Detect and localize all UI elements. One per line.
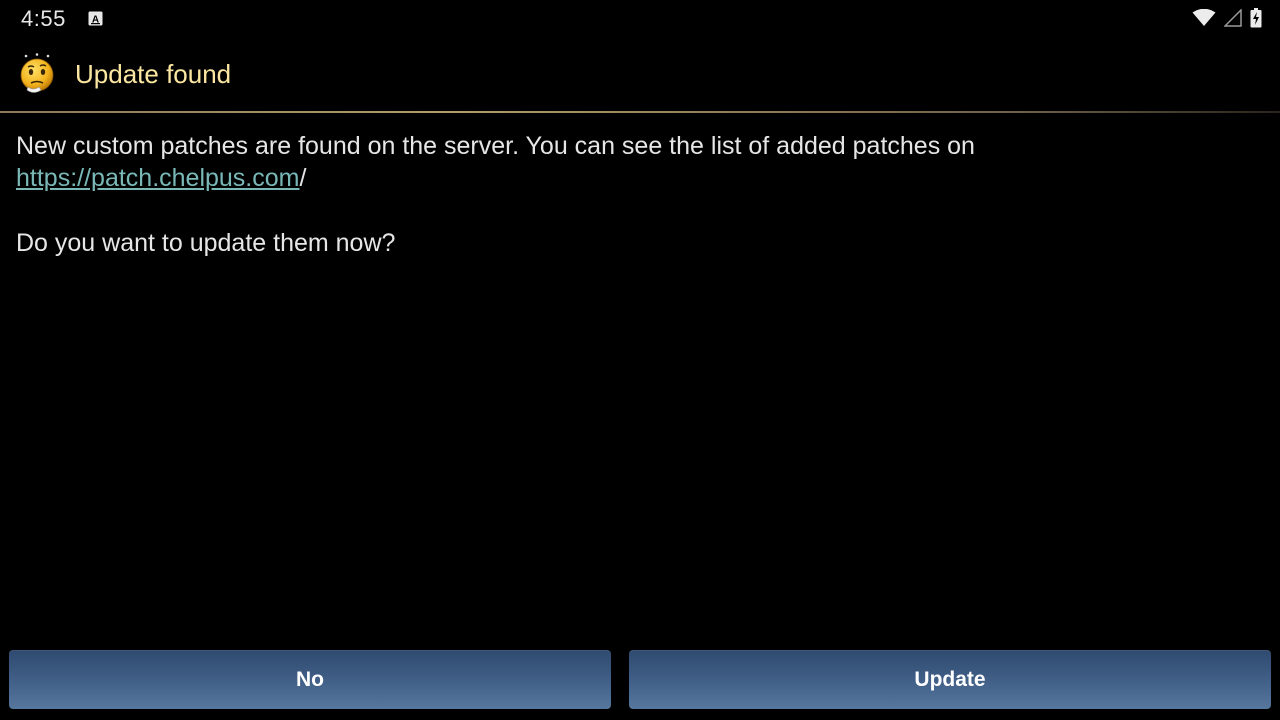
title-divider [0,111,1280,113]
status-time: 4:55 [21,6,66,31]
a-box-icon: A [88,11,103,26]
message-text: New custom patches are found on the serv… [16,132,975,160]
cell-signal-icon [1224,9,1242,27]
battery-charging-icon [1250,8,1262,28]
dialog-message: New custom patches are found on the serv… [16,130,1266,194]
no-button[interactable]: No [9,650,611,709]
status-icons [1192,8,1262,28]
no-button-label: No [296,667,324,691]
dialog-question: Do you want to update them now? [16,229,396,257]
thinking-smiley-icon [20,53,54,93]
dialog-header: Update found [0,50,1280,100]
update-button[interactable]: Update [629,650,1271,709]
update-button-label: Update [914,667,986,691]
link-suffix: / [299,164,307,192]
patch-site-link[interactable]: https://patch.chelpus.com [16,164,299,192]
status-bar: 4:55 A [0,0,1280,36]
update-dialog-screen: 4:55 A Update found New custom patches a… [0,0,1280,720]
wifi-icon [1192,9,1216,26]
dialog-title: Update found [75,59,232,89]
